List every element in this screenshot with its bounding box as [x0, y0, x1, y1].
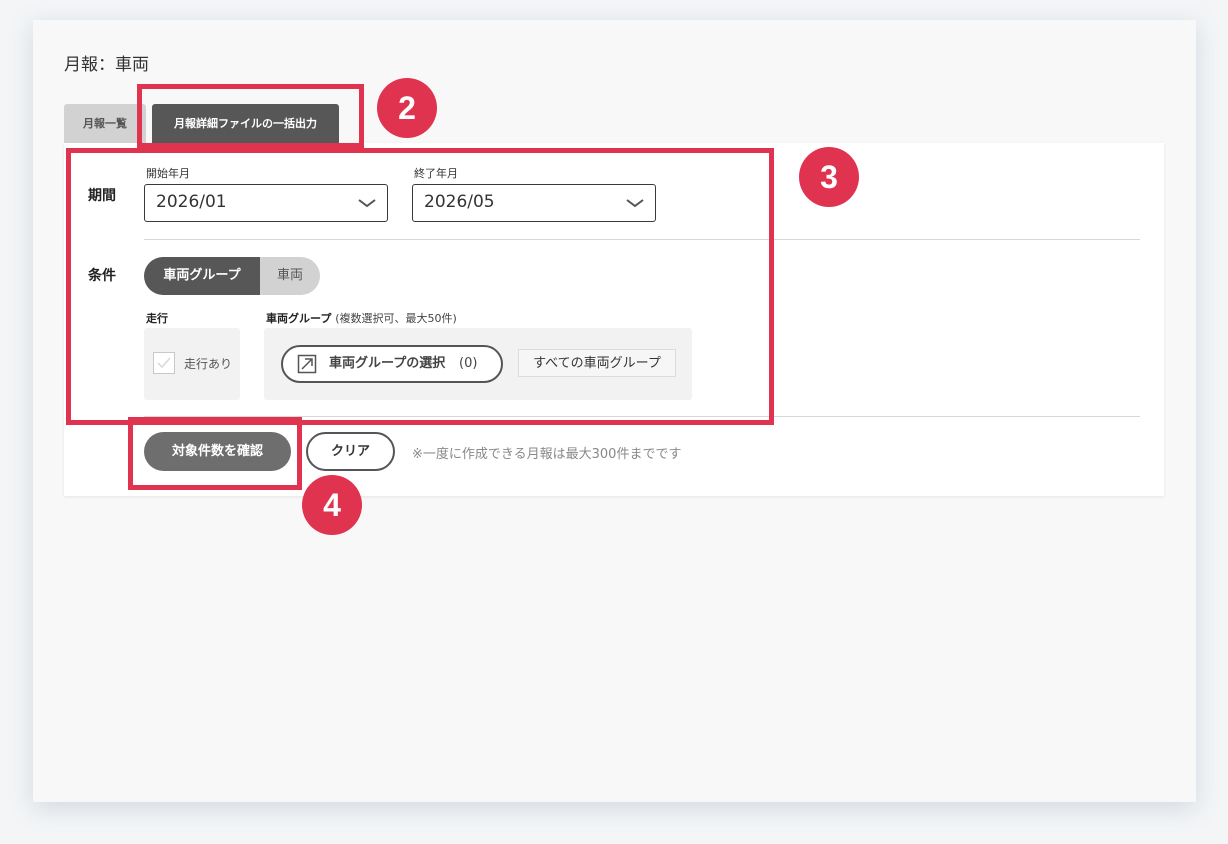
- clear-button[interactable]: クリア: [306, 432, 395, 471]
- tab-monthly-report-list[interactable]: 月報一覧: [64, 104, 146, 143]
- highlight-box-2: [137, 84, 364, 148]
- highlight-box-3: [66, 148, 774, 425]
- step-badge-4: 4: [302, 475, 362, 535]
- limit-note: ※一度に作成できる月報は最大300件までです: [412, 447, 682, 462]
- step-badge-3: 3: [799, 147, 859, 207]
- step-badge-2: 2: [377, 78, 437, 138]
- page-title: 月報：車両: [64, 55, 149, 75]
- highlight-box-4: [128, 417, 302, 490]
